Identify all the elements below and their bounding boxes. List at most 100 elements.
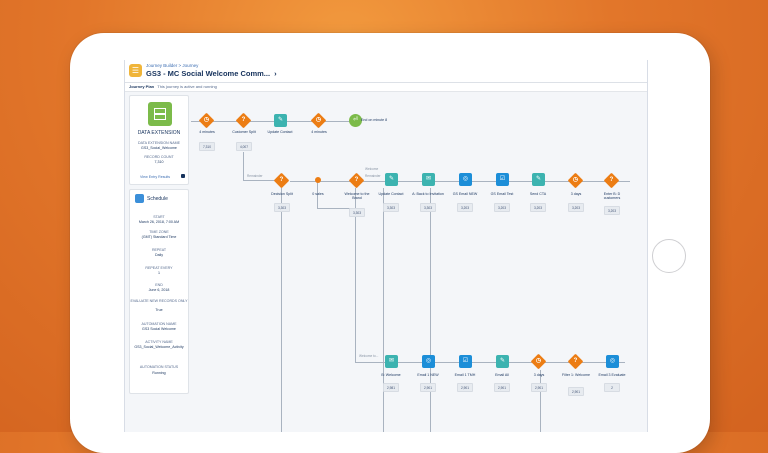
- decision-split-icon: ?: [567, 353, 584, 370]
- activity-stat[interactable]: 3,303: [274, 203, 290, 212]
- journey-activity[interactable]: [315, 177, 328, 190]
- field-value: 1: [158, 271, 160, 275]
- activity-stat[interactable]: 3,303: [349, 208, 365, 217]
- activity-stat[interactable]: 2,981: [383, 383, 399, 392]
- journey-activity[interactable]: ✎: [274, 114, 287, 127]
- activity-label: Customer Split: [232, 130, 256, 134]
- update-contact-icon: ✎: [385, 173, 398, 186]
- checkbox-icon: ☑: [496, 173, 509, 186]
- field-label: RECORD COUNT: [144, 155, 174, 159]
- activity-stat[interactable]: 3,203: [530, 203, 546, 212]
- activity-stat[interactable]: 3,203: [568, 203, 584, 212]
- decision-split-icon: ?: [235, 112, 252, 129]
- app-header: ☰ Journey Builder > Journey GS3 - MC Soc…: [125, 60, 647, 83]
- activity-stat[interactable]: 3,203: [494, 203, 510, 212]
- journey-activity[interactable]: ☑: [459, 355, 472, 368]
- entry-panel-title: DATA EXTENSION: [137, 130, 181, 136]
- activity-label: Email All: [495, 373, 509, 377]
- subbar-label: Journey Plan: [129, 84, 155, 89]
- field-label: REPEAT EVERY: [145, 266, 173, 270]
- activity-stat[interactable]: 2,901: [494, 383, 510, 392]
- journey-activity[interactable]: ◎: [606, 355, 619, 368]
- activity-label: Welcome to the Brand: [344, 192, 370, 201]
- activity-stat[interactable]: 3,203: [604, 206, 620, 215]
- field-value: Daily: [155, 253, 163, 257]
- checkbox-icon: ☑: [459, 355, 472, 368]
- activity-label: Enter B: D customers: [603, 192, 621, 201]
- field-value: 7,310: [154, 160, 164, 164]
- journey-activity[interactable]: ?: [348, 172, 365, 189]
- journey-activity[interactable]: ?: [567, 353, 584, 370]
- email-icon: ✉: [385, 355, 398, 368]
- field-value: GS3_Social_Welcome: [141, 146, 177, 150]
- path-label: Remainder: [247, 174, 263, 178]
- breadcrumb[interactable]: Journey Builder > Journey: [146, 63, 198, 68]
- schedule-panel[interactable]: Schedule START March 26, 2018, 7:00 AM T…: [129, 189, 189, 394]
- tablet-home-button: [652, 239, 686, 273]
- activity-label: 4 minutes: [199, 130, 215, 134]
- email-icon: ✉: [422, 173, 435, 186]
- page-title: GS3 - MC Social Welcome Comm... ›: [146, 69, 277, 78]
- wait-icon: ◷: [310, 112, 327, 129]
- activity-stat[interactable]: 2,901: [531, 383, 547, 392]
- email-icon: ◎: [422, 355, 435, 368]
- connector: [383, 188, 384, 432]
- update-contact-icon: ✎: [274, 114, 287, 127]
- activity-label: GS Email Test: [490, 192, 514, 196]
- activity-label: Filter 1: Welcome: [562, 373, 590, 377]
- journey-activity[interactable]: ◷: [198, 112, 215, 129]
- field-label: EVALUATE NEW RECORDS ONLY: [130, 299, 188, 303]
- activity-stat[interactable]: 3,303: [383, 203, 399, 212]
- chevron-right-icon[interactable]: ›: [274, 69, 277, 78]
- field-label: END: [155, 283, 163, 287]
- path-label: Welcome: [365, 167, 379, 171]
- activity-stat[interactable]: 3,203: [457, 203, 473, 212]
- path-label: Remainder: [365, 174, 381, 178]
- journey-activity[interactable]: ✎: [496, 355, 509, 368]
- activity-stat[interactable]: 4,007: [236, 142, 252, 151]
- activity-stat[interactable]: 2: [604, 383, 620, 392]
- journey-activity[interactable]: ✎: [385, 173, 398, 186]
- field-value: Running: [152, 371, 166, 375]
- journey-activity[interactable]: ◎: [422, 355, 435, 368]
- journey-activity[interactable]: ?: [273, 172, 290, 189]
- field-value: March 26, 2018, 7:00 AM: [138, 220, 180, 224]
- view-entry-results-link[interactable]: View Entry Results: [140, 175, 170, 179]
- journey-activity[interactable]: ☑: [496, 173, 509, 186]
- activity-label: Decision Split: [271, 192, 293, 196]
- activity-stat[interactable]: 3,303: [420, 203, 436, 212]
- activity-label: Email 1 NEW: [417, 373, 439, 377]
- activity-stat[interactable]: 2,901: [420, 383, 436, 392]
- journey-activity[interactable]: ◷: [530, 353, 547, 370]
- info-icon[interactable]: [181, 174, 185, 178]
- connector: [243, 152, 244, 180]
- journey-activity[interactable]: ✎: [532, 173, 545, 186]
- journey-activity[interactable]: ✉: [385, 355, 398, 368]
- journey-activity[interactable]: ?: [603, 172, 620, 189]
- connector: [540, 370, 541, 432]
- journey-activity[interactable]: ◷: [310, 112, 327, 129]
- wait-icon: ◷: [567, 172, 584, 189]
- field-label: START: [153, 215, 165, 219]
- activity-label: Update Contact: [267, 130, 293, 134]
- field-label: ACTIVITY NAME: [145, 340, 173, 344]
- journey-activity[interactable]: ✉: [422, 173, 435, 186]
- activity-label: 4 minutes: [311, 130, 327, 134]
- activity-stat[interactable]: 2,901: [457, 383, 473, 392]
- subbar-text: This journey is active and running: [157, 84, 217, 89]
- activity-label: Email 1 TMH: [454, 373, 476, 377]
- activity-stat[interactable]: 2,901: [568, 387, 584, 396]
- wait-icon: ◷: [198, 112, 215, 129]
- journey-subbar: Journey Plan This journey is active and …: [125, 83, 647, 92]
- journey-activity[interactable]: ◷: [567, 172, 584, 189]
- decision-split-icon: ?: [273, 172, 290, 189]
- journey-activity[interactable]: ?: [235, 112, 252, 129]
- entry-source-panel[interactable]: DATA EXTENSION DATA EXTENSION NAME GS3_S…: [129, 95, 189, 185]
- field-value: June 6, 2018: [148, 288, 170, 292]
- field-value: GS3 Social Welcome: [142, 327, 176, 331]
- activity-label: Email 3 Evaluate: [598, 373, 626, 377]
- activity-stat[interactable]: 7,310: [199, 142, 215, 151]
- field-label: TIME ZONE: [149, 230, 169, 234]
- journey-activity[interactable]: ◎: [459, 173, 472, 186]
- activity-label: 3 days: [570, 192, 582, 196]
